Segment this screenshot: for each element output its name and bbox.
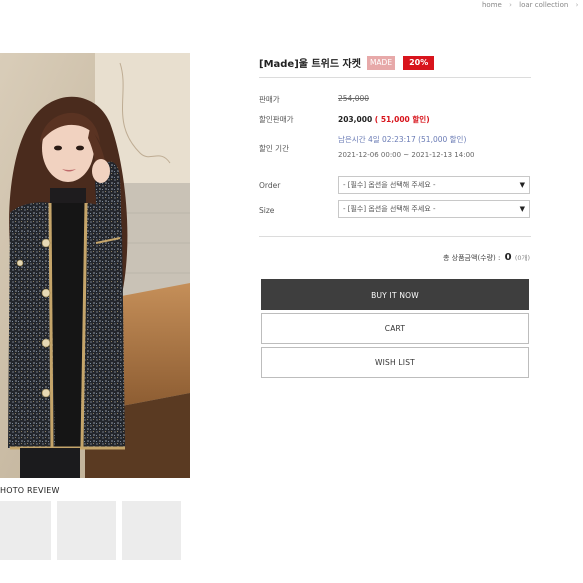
order-option-select[interactable]: - [필수] 옵션을 선택해 주세요 - ▼ bbox=[338, 176, 530, 194]
caret-down-icon: ▼ bbox=[519, 181, 525, 189]
review-thumbnail[interactable] bbox=[0, 501, 51, 560]
review-thumbnail[interactable] bbox=[122, 501, 181, 560]
chevron-right-icon: › bbox=[575, 1, 579, 9]
total-price: 총 상품금액(수량) : 0 (0개) bbox=[443, 252, 530, 263]
product-image[interactable] bbox=[0, 53, 190, 478]
add-to-cart-button[interactable]: CART bbox=[261, 313, 529, 344]
chevron-right-icon: › bbox=[509, 1, 512, 9]
total-value: 0 bbox=[504, 252, 512, 263]
size-option-select[interactable]: - [필수] 옵션을 선택해 주세요 - ▼ bbox=[338, 200, 530, 218]
sale-price: 203,000 ( 51,000 할인) bbox=[338, 114, 430, 125]
order-option-value: - [필수] 옵션을 선택해 주세요 - bbox=[343, 181, 436, 189]
made-badge: MADE bbox=[366, 55, 396, 70]
buy-now-button[interactable]: BUY IT NOW bbox=[261, 279, 529, 310]
model-photo bbox=[0, 53, 190, 478]
divider bbox=[259, 236, 531, 237]
discount-period: 2021-12-06 00:00 ~ 2021-12-13 14:00 bbox=[338, 151, 475, 159]
total-label: 총 상품금액(수량) : bbox=[443, 254, 501, 262]
sale-price-label: 할인판매가 bbox=[259, 115, 294, 124]
wish-list-button[interactable]: WISH LIST bbox=[261, 347, 529, 378]
sale-discount-amount: ( 51,000 할인) bbox=[374, 115, 430, 124]
product-title: [Made]울 트위드 자켓 bbox=[259, 59, 361, 70]
sale-price-value: 203,000 bbox=[338, 115, 373, 124]
breadcrumb-home[interactable]: home bbox=[482, 1, 502, 9]
original-price: 254,000 bbox=[338, 94, 370, 103]
price-label: 판매가 bbox=[259, 95, 280, 104]
size-option-value: - [필수] 옵션을 선택해 주세요 - bbox=[343, 205, 436, 213]
breadcrumb: home › loar collection › n bbox=[482, 1, 583, 9]
time-left: 남은시간 4일 02:23:17 (51,000 할인) bbox=[338, 135, 467, 144]
discount-period-label: 할인 기간 bbox=[259, 144, 289, 153]
divider bbox=[259, 77, 531, 78]
product-title-row: [Made]울 트위드 자켓 MADE 20% bbox=[259, 55, 435, 70]
size-option-label: Size bbox=[259, 206, 275, 215]
breadcrumb-category[interactable]: loar collection bbox=[519, 1, 568, 9]
review-thumbnail[interactable] bbox=[57, 501, 116, 560]
discount-badge: 20% bbox=[403, 55, 435, 70]
order-option-label: Order bbox=[259, 181, 281, 190]
photo-review-title: HOTO REVIEW bbox=[0, 486, 60, 495]
caret-down-icon: ▼ bbox=[519, 205, 525, 213]
total-quantity: (0개) bbox=[514, 254, 530, 262]
